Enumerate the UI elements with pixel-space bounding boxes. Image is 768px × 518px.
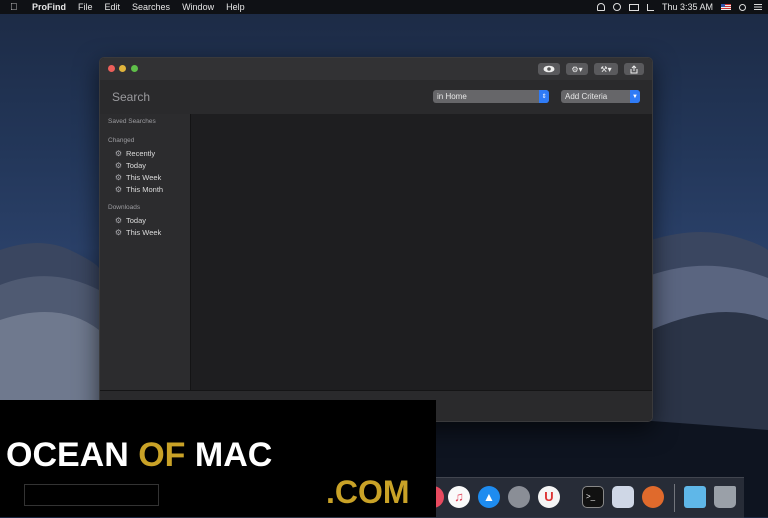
- share-icon: [630, 64, 638, 73]
- menu-app-name[interactable]: ProFind: [32, 2, 66, 12]
- updown-arrows-icon: ⇕: [539, 90, 549, 103]
- gear-icon: ⚙: [114, 161, 123, 170]
- sidebar-item-downloads-today[interactable]: ⚙ Today: [114, 216, 146, 225]
- chevron-down-icon: ▼: [630, 90, 640, 103]
- eye-icon: [543, 65, 555, 73]
- terminal-app-icon[interactable]: >_: [582, 486, 604, 508]
- magnet-app-icon[interactable]: U: [538, 486, 560, 508]
- watermark-word-mac: MAC: [185, 436, 273, 474]
- sidebar-item-this-week[interactable]: ⚙ This Week: [114, 173, 161, 182]
- spotlight-search-icon[interactable]: [739, 3, 746, 11]
- zoom-button[interactable]: [131, 65, 138, 72]
- sidebar-item-recently[interactable]: ⚙ Recently: [114, 149, 155, 158]
- sidebar: Saved Searches Changed ⚙ Recently ⚙ Toda…: [100, 114, 191, 390]
- changed-heading: Changed: [108, 137, 135, 144]
- system-preferences-icon[interactable]: [508, 486, 530, 508]
- add-criteria-label: Add Criteria: [565, 92, 608, 101]
- watermark-suffix: .COM: [326, 474, 410, 510]
- trash-icon[interactable]: [714, 486, 736, 508]
- menu-searches[interactable]: Searches: [132, 2, 170, 12]
- lock-status-icon[interactable]: [596, 3, 605, 11]
- apple-menu-icon[interactable]: : [10, 2, 20, 13]
- close-button[interactable]: [108, 65, 115, 72]
- sidebar-item-label: Recently: [126, 149, 156, 158]
- wifi-icon[interactable]: [646, 3, 654, 11]
- menu-window[interactable]: Window: [182, 2, 214, 12]
- profind-window: ⚙▾ ⚒▾ in Home ⇕ Add Criteria ▼ Saved Sea…: [99, 57, 653, 422]
- watermark-word-ocean: OCEAN: [6, 436, 139, 474]
- sidebar-item-label: This Month: [126, 185, 164, 194]
- saved-searches-heading: Saved Searches: [108, 118, 156, 125]
- downloads-heading: Downloads: [108, 204, 141, 211]
- results-area[interactable]: [191, 114, 652, 390]
- sidebar-item-downloads-this-week[interactable]: ⚙ This Week: [114, 228, 161, 237]
- app-store-icon[interactable]: ▲: [478, 486, 500, 508]
- watermark-logo: OCEAN OF MAC .COM: [0, 400, 436, 517]
- gear-icon: ⚙: [114, 149, 123, 158]
- action-menu-button[interactable]: ⚙▾: [566, 63, 588, 75]
- menu-extras: Thu 3:35 AM: [596, 0, 762, 14]
- watermark-ghost-box: [24, 484, 159, 506]
- search-input[interactable]: [112, 90, 312, 104]
- title-bar[interactable]: ⚙▾ ⚒▾: [100, 58, 652, 80]
- gear-icon: ⚙: [114, 185, 123, 194]
- profind-app-icon[interactable]: [642, 486, 664, 508]
- watermark-word-of: OF: [138, 436, 186, 474]
- quick-look-button[interactable]: [538, 63, 560, 75]
- sidebar-item-label: This Week: [126, 228, 162, 237]
- input-source-flag-icon[interactable]: [721, 4, 731, 10]
- share-button[interactable]: [624, 63, 644, 75]
- sidebar-item-this-month[interactable]: ⚙ This Month: [114, 185, 163, 194]
- sidebar-item-label: Today: [126, 216, 147, 225]
- menu-bar:  ProFind File Edit Searches Window Help…: [0, 0, 768, 14]
- minimize-button[interactable]: [119, 65, 126, 72]
- search-bar: in Home ⇕ Add Criteria ▼: [100, 80, 652, 115]
- add-criteria-popup[interactable]: Add Criteria ▼: [561, 90, 640, 103]
- menu-help[interactable]: Help: [226, 2, 245, 12]
- gear-icon: ⚙: [114, 228, 123, 237]
- sync-status-icon[interactable]: [612, 3, 621, 11]
- notification-center-icon[interactable]: [754, 4, 762, 10]
- screenshot-app-icon[interactable]: [612, 486, 634, 508]
- folder-icon[interactable]: [684, 486, 706, 508]
- tools-menu-button[interactable]: ⚒▾: [594, 63, 618, 75]
- gear-icon: ⚙▾: [571, 64, 583, 74]
- music-app-icon[interactable]: ♫: [448, 486, 470, 508]
- menu-edit[interactable]: Edit: [105, 2, 121, 12]
- watermark-text: OCEAN OF MAC: [6, 436, 272, 475]
- scope-popup[interactable]: in Home ⇕: [433, 90, 549, 103]
- gear-icon: ⚙: [114, 216, 123, 225]
- dock-separator: [674, 484, 675, 512]
- gear-icon: ⚙: [114, 173, 123, 182]
- scope-popup-label: in Home: [437, 92, 467, 101]
- sidebar-item-label: This Week: [126, 173, 162, 182]
- sidebar-item-label: Today: [126, 161, 147, 170]
- display-icon[interactable]: [628, 3, 639, 11]
- menu-file[interactable]: File: [78, 2, 93, 12]
- sidebar-item-today[interactable]: ⚙ Today: [114, 161, 146, 170]
- menu-clock[interactable]: Thu 3:35 AM: [662, 2, 713, 12]
- tools-icon: ⚒▾: [600, 64, 612, 74]
